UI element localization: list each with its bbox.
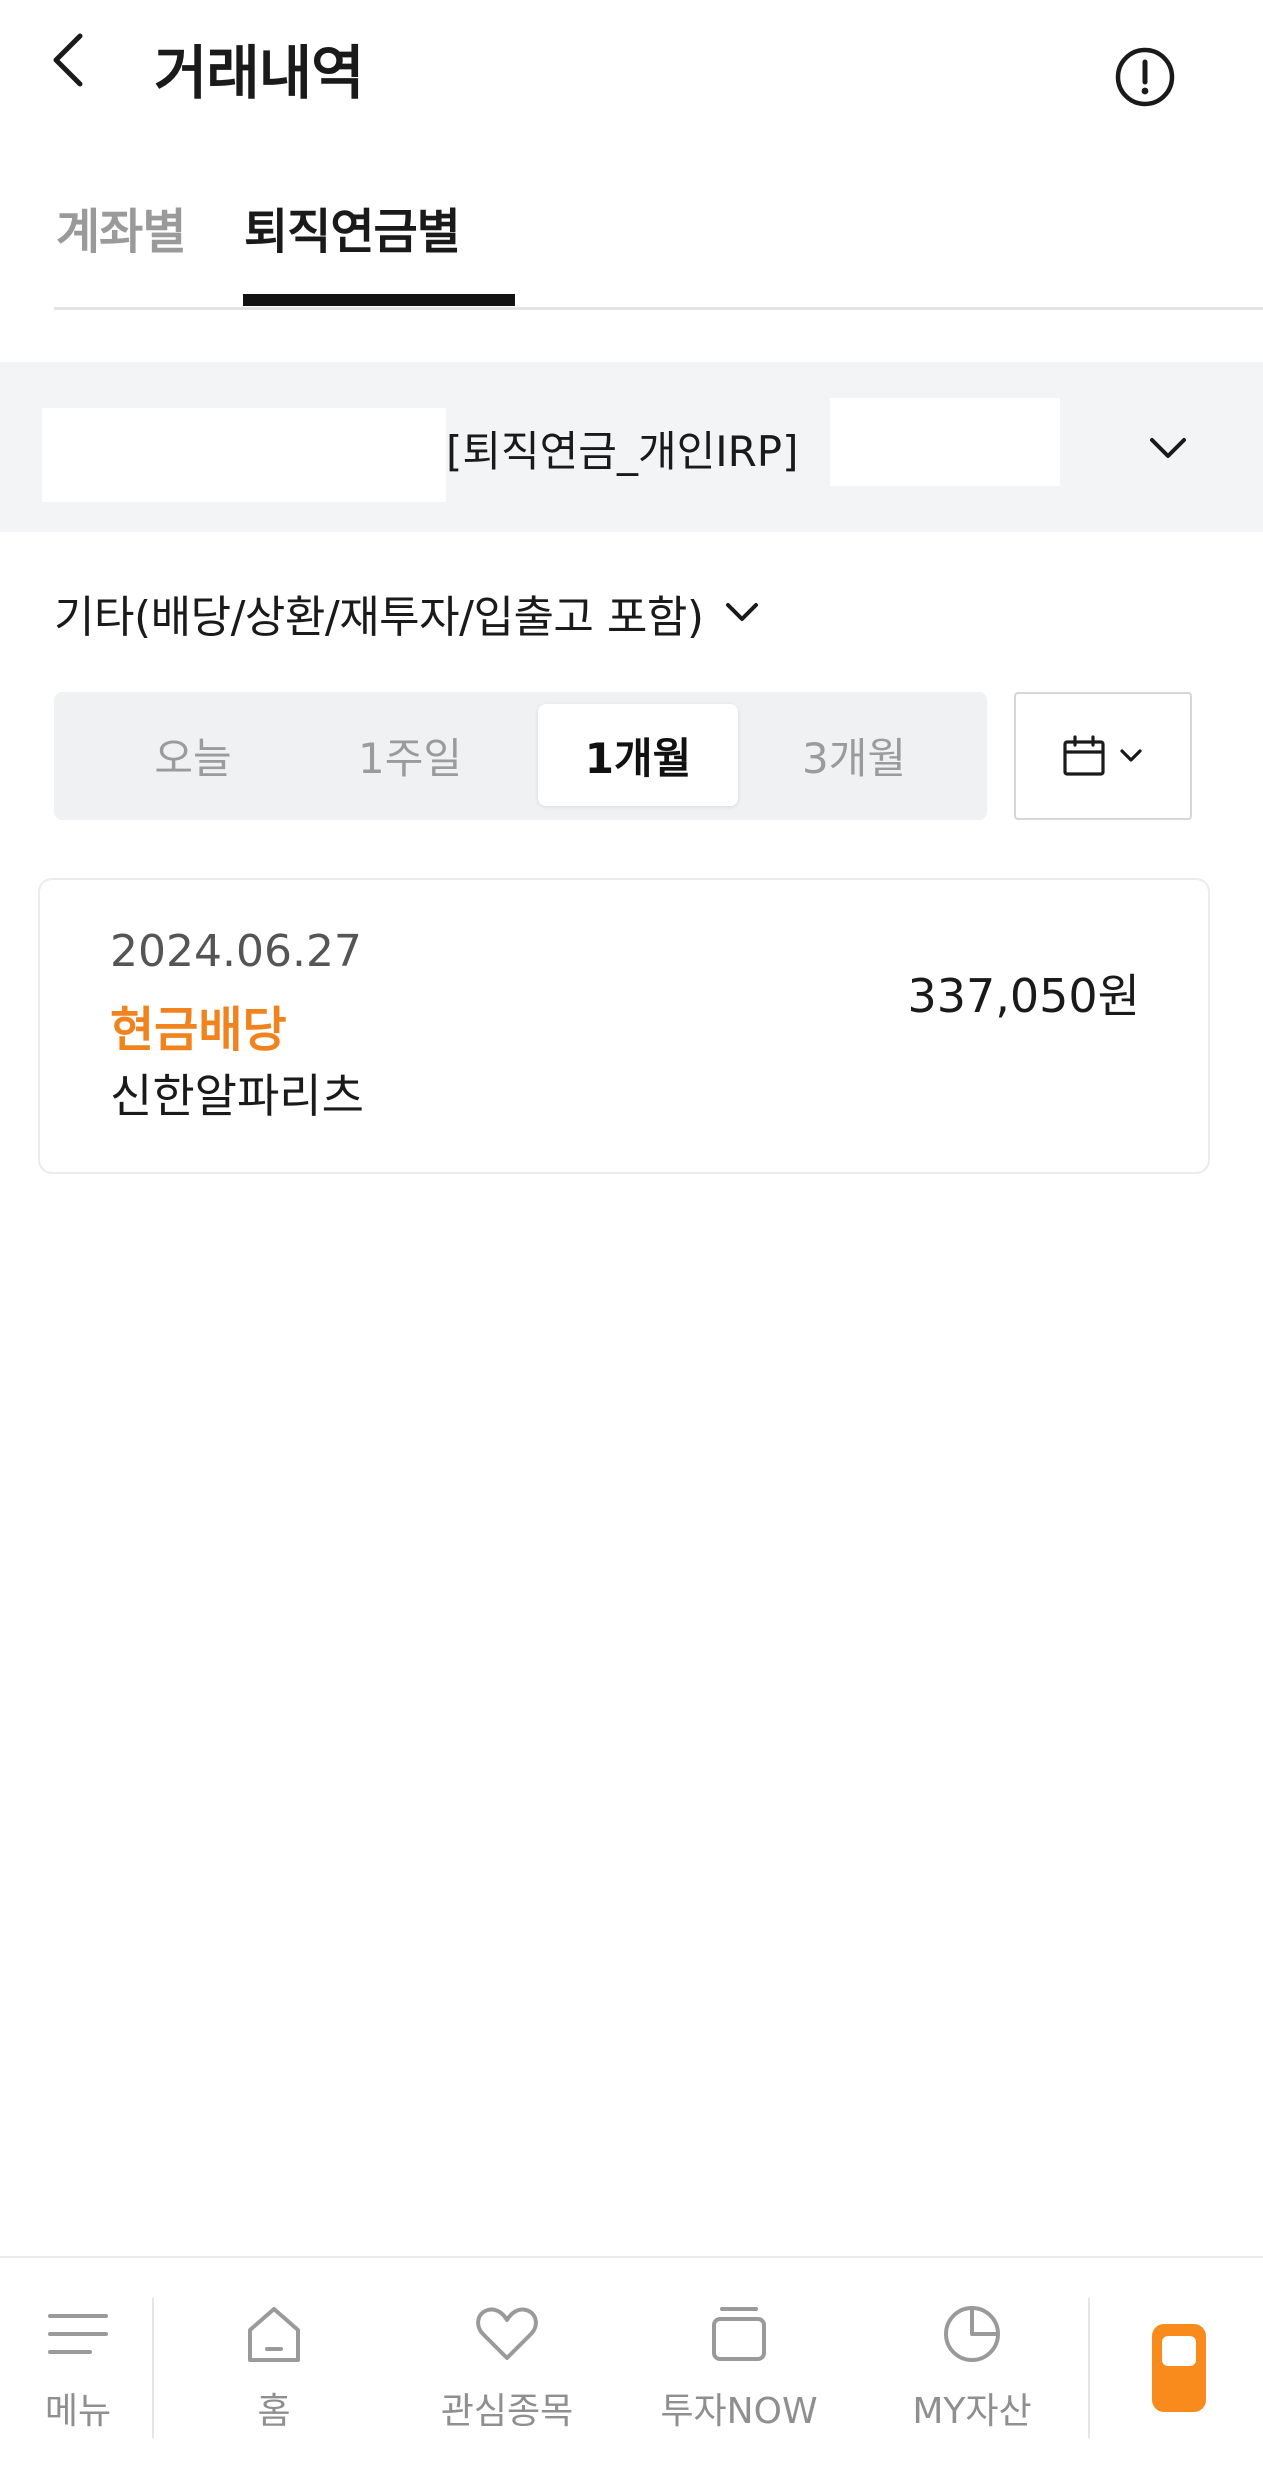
transaction-amount: 337,050원 — [907, 969, 1140, 1023]
period-1-week[interactable]: 1주일 — [310, 704, 510, 806]
nav-menu[interactable]: 메뉴 — [18, 2258, 138, 2465]
nav-my-assets[interactable]: MY자산 — [892, 2258, 1052, 2465]
account-name: [퇴직연금_개인IRP] — [446, 427, 799, 476]
period-today[interactable]: 오늘 — [98, 704, 288, 806]
info-circle-icon — [1115, 47, 1175, 107]
transaction-type-filter[interactable]: 기타(배당/상환/재투자/입출고 포함) — [54, 578, 762, 648]
phone-screen-icon — [1162, 2336, 1196, 2366]
transaction-card[interactable]: 2024.06.27 현금배당 신한알파리츠 337,050원 — [38, 878, 1210, 1174]
info-button[interactable] — [1112, 44, 1178, 110]
masked-account-number — [42, 408, 446, 502]
filter-label: 기타(배당/상환/재투자/입출고 포함) — [54, 592, 704, 643]
page-title: 거래내역 — [154, 39, 364, 107]
nav-label: 메뉴 — [44, 2391, 112, 2432]
nav-watchlist[interactable]: 관심종목 — [420, 2258, 594, 2465]
back-button[interactable] — [40, 28, 96, 92]
transaction-date: 2024.06.27 — [110, 926, 362, 977]
quick-trade-button[interactable] — [1152, 2324, 1206, 2412]
nav-home[interactable]: 홈 — [214, 2258, 334, 2465]
calendar-icon — [1063, 735, 1105, 776]
account-selector[interactable]: [퇴직연금_개인IRP] — [0, 362, 1263, 532]
stack-icon — [712, 2307, 766, 2361]
nav-divider — [1088, 2298, 1090, 2438]
period-selector: 오늘 1주일 1개월 3개월 — [54, 692, 987, 820]
header: 거래내역 — [0, 0, 1263, 150]
heart-icon — [476, 2307, 538, 2360]
masked-account-owner — [830, 398, 1060, 486]
tab-retirement-pension[interactable]: 퇴직연금별 — [244, 192, 461, 262]
chevron-down-icon — [1150, 438, 1186, 458]
period-1-month[interactable]: 1개월 — [538, 704, 738, 806]
tab-bar: 계좌별 퇴직연금별 — [54, 176, 1263, 310]
active-tab-indicator — [243, 294, 515, 306]
nav-invest-now[interactable]: 투자NOW — [652, 2258, 826, 2465]
chevron-down-icon — [1120, 749, 1142, 762]
home-icon — [248, 2307, 300, 2362]
nav-label: 투자NOW — [660, 2391, 818, 2432]
chevron-left-icon — [53, 33, 83, 87]
pie-chart-icon — [944, 2306, 1000, 2362]
bottom-navigation: 메뉴 홈 관심종목 투자NOW MY자산 — [0, 2256, 1263, 2465]
nav-label: 관심종목 — [440, 2391, 574, 2432]
transaction-type: 현금배당 — [110, 1002, 287, 1058]
date-range-picker[interactable] — [1014, 692, 1192, 820]
nav-divider — [152, 2298, 154, 2438]
nav-label: MY자산 — [912, 2391, 1032, 2432]
transaction-item-name: 신한알파리츠 — [110, 1069, 364, 1123]
menu-icon — [48, 2314, 108, 2354]
nav-label: 홈 — [257, 2391, 291, 2432]
period-3-months[interactable]: 3개월 — [754, 704, 954, 806]
chevron-down-icon — [725, 603, 758, 621]
tab-account[interactable]: 계좌별 — [56, 192, 186, 262]
